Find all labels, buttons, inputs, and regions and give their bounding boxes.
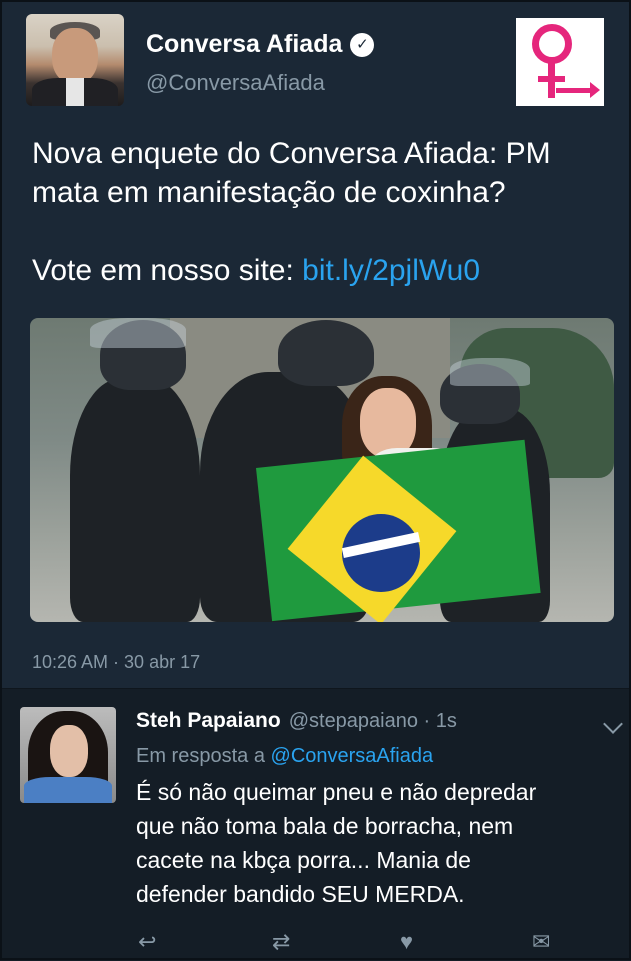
tweet-text-line: mata em manifestação de coxinha? <box>32 176 506 209</box>
reply-text-line: defender bandido SEU MERDA. <box>136 881 465 907</box>
avatar-face <box>52 28 98 84</box>
photo-helmet-center <box>278 320 374 386</box>
photo-visor-right <box>450 358 530 386</box>
reply-icon[interactable]: ↩ <box>138 931 156 953</box>
main-tweet: Conversa Afiada ✓ @ConversaAfiada Nova e… <box>0 0 631 688</box>
reply-text-line: É só não queimar pneu e não depredar <box>136 779 537 805</box>
photo-officer-left <box>70 378 200 622</box>
logo-cross <box>538 76 565 82</box>
envelope-icon[interactable]: ✉ <box>532 931 550 953</box>
tweet-timestamp[interactable]: 10:26 AM · 30 abr 17 <box>32 652 200 673</box>
reply-header: Steh Papaiano @stepapaiano · 1s <box>136 709 457 733</box>
photo-visor-left <box>90 318 186 348</box>
author-handle[interactable]: @ConversaAfiada <box>146 70 325 96</box>
logo-arrowhead <box>590 82 600 98</box>
reply-avatar-face <box>50 725 88 777</box>
author-name-row: Conversa Afiada ✓ <box>146 30 375 59</box>
reply-text-line: cacete na kbça porra... Mania de <box>136 847 471 873</box>
reply-tweet: Steh Papaiano @stepapaiano · 1s Em respo… <box>0 688 631 961</box>
vote-prefix: Vote em nosso site: <box>32 254 303 287</box>
author-name[interactable]: Conversa Afiada <box>146 30 342 59</box>
in-reply-prefix: Em resposta a <box>136 745 271 767</box>
chevron-down-icon[interactable] <box>603 714 623 734</box>
verified-icon: ✓ <box>350 32 375 57</box>
vote-line: Vote em nosso site: bit.ly/2pjlWu0 <box>32 251 612 290</box>
in-reply-mention[interactable]: @ConversaAfiada <box>271 745 434 767</box>
retweet-icon[interactable]: ⇄ <box>272 931 290 953</box>
reply-author-name[interactable]: Steh Papaiano <box>136 709 281 733</box>
tweet-text: Nova enquete do Conversa Afiada: PM mata… <box>32 134 612 290</box>
reply-avatar-clothes <box>24 777 112 803</box>
reply-text-line: que não toma bala de borracha, nem <box>136 813 514 839</box>
reply-author-handle[interactable]: @stepapaiano · 1s <box>289 710 457 733</box>
tweet-photo[interactable] <box>30 318 614 622</box>
vote-link[interactable]: bit.ly/2pjlWu0 <box>302 254 480 287</box>
in-reply-to: Em resposta a @ConversaAfiada <box>136 745 433 768</box>
reply-text: É só não queimar pneu e não depredar que… <box>136 775 616 911</box>
action-bar: ↩ ⇄ ♥ ✉ <box>0 925 631 961</box>
heart-icon[interactable]: ♥ <box>400 931 413 953</box>
avatar-shirt <box>66 78 84 106</box>
tweet-text-line: Nova enquete do Conversa Afiada: PM <box>32 137 551 170</box>
logo-ring <box>532 24 572 64</box>
author-avatar[interactable] <box>26 14 124 106</box>
reply-avatar[interactable] <box>20 707 116 803</box>
garotas-de-direita-logo <box>516 18 604 106</box>
